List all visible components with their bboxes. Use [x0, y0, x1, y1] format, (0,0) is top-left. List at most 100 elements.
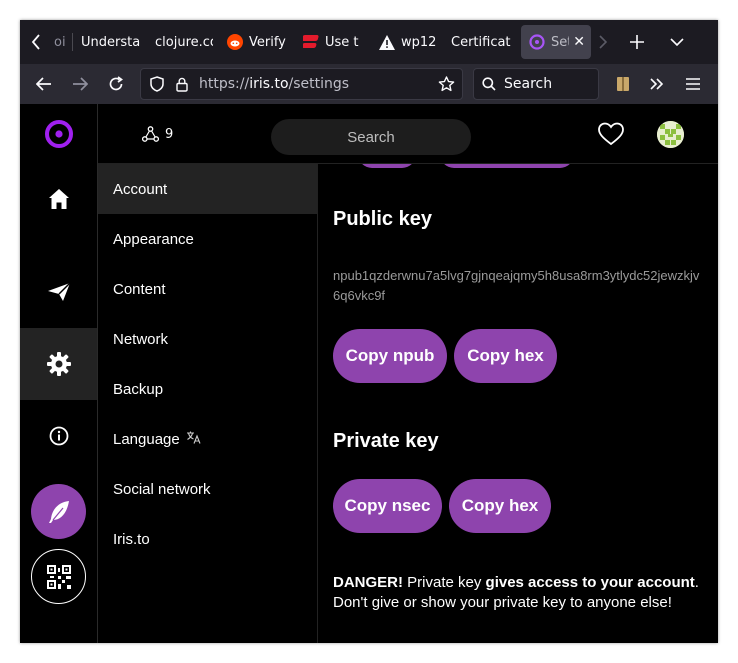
tab-label: Verify: [249, 34, 286, 50]
warning-icon: [379, 34, 395, 50]
double-chevron-right-icon: [650, 78, 664, 90]
peer-count-value: 9: [165, 126, 174, 142]
scrolled-button[interactable]: [440, 164, 574, 168]
new-tab-button[interactable]: [617, 20, 657, 64]
back-button[interactable]: [26, 68, 62, 100]
home-icon: [48, 189, 69, 209]
settings-menu-iris-to[interactable]: Iris.to: [98, 514, 317, 564]
settings-menu-social-network[interactable]: Social network: [98, 464, 317, 514]
forward-button[interactable]: [62, 68, 98, 100]
iris-icon: [529, 34, 545, 50]
menu-label: Account: [113, 180, 168, 198]
list-all-tabs-button[interactable]: [657, 20, 697, 64]
tab-label: Set: [551, 34, 569, 50]
heart-icon: [598, 122, 624, 146]
settings-menu: Account Appearance Content Network Backu…: [98, 164, 318, 643]
qr-code-icon: [46, 564, 71, 589]
settings-menu-language[interactable]: Language: [98, 414, 317, 464]
tab-label: oi: [54, 34, 66, 50]
danger-warning: DANGER! Private key gives access to your…: [333, 573, 708, 613]
chevron-down-icon: [670, 38, 684, 46]
tab-label: wp12: [401, 34, 437, 50]
copy-private-hex-button[interactable]: Copy hex: [449, 479, 551, 533]
tab-overflow[interactable]: [591, 25, 617, 59]
reddit-icon: [227, 34, 243, 50]
tab-verify[interactable]: Verify: [219, 25, 295, 59]
app-search-placeholder: Search: [347, 128, 395, 146]
lastpass-icon: [303, 34, 319, 50]
overflow-menu-button[interactable]: [643, 68, 671, 100]
search-placeholder: Search: [504, 76, 553, 92]
tab-scroll-left-button[interactable]: [20, 20, 52, 64]
url-path: /settings: [288, 76, 350, 92]
tab-strip: oi Understa clojure.co Verify Use t wp12: [20, 20, 718, 64]
chevron-right-icon: [599, 35, 607, 49]
settings-menu-account[interactable]: Account: [98, 164, 317, 214]
hamburger-icon: [686, 78, 700, 90]
url-scheme: https://: [199, 76, 250, 92]
bookmark-star-icon[interactable]: [438, 76, 455, 92]
tab-use[interactable]: Use t: [295, 25, 371, 59]
nav-settings[interactable]: [20, 328, 97, 400]
app-menu-button[interactable]: [679, 68, 707, 100]
reload-button[interactable]: [98, 68, 134, 100]
tab-label: clojure.co: [155, 34, 213, 50]
copy-nsec-button[interactable]: Copy nsec: [333, 479, 442, 533]
nav-about[interactable]: [20, 400, 97, 472]
lock-icon[interactable]: [176, 77, 188, 92]
public-key-heading: Public key: [333, 208, 432, 230]
shield-icon[interactable]: [150, 76, 164, 92]
settings-menu-content[interactable]: Content: [98, 264, 317, 314]
tab-wp12[interactable]: wp12: [371, 25, 443, 59]
menu-label: Backup: [113, 380, 164, 398]
reload-icon: [109, 76, 123, 91]
close-tab-icon[interactable]: ✕: [573, 34, 585, 50]
settings-menu-network[interactable]: Network: [98, 314, 317, 364]
menu-label: Network: [113, 330, 169, 348]
plus-icon: [630, 35, 644, 49]
send-icon: [47, 282, 71, 301]
copy-npub-button[interactable]: Copy npub: [333, 329, 447, 383]
tab-label: Understa: [81, 34, 141, 50]
menu-label: Iris.to: [113, 530, 150, 548]
settings-menu-appearance[interactable]: Appearance: [98, 214, 317, 264]
private-key-heading: Private key: [333, 430, 439, 452]
url-host: iris.to: [249, 76, 289, 92]
nav-messages[interactable]: [20, 256, 97, 328]
nav-home[interactable]: [20, 164, 97, 234]
iris-app: 9 Search Account Appearance Content Netw…: [20, 104, 718, 643]
tab-partial[interactable]: oi: [52, 25, 72, 59]
url-bar[interactable]: https://iris.to/settings: [140, 68, 463, 100]
tab-label: Use t: [325, 34, 359, 50]
app-search-input[interactable]: Search: [271, 119, 471, 155]
url-text[interactable]: https://iris.to/settings: [199, 76, 349, 92]
tab-certificate[interactable]: Certificat: [443, 25, 521, 59]
info-icon: [49, 426, 68, 446]
new-post-button[interactable]: [31, 484, 86, 539]
menu-label: Appearance: [113, 230, 194, 248]
extension-button[interactable]: [609, 68, 637, 100]
user-avatar[interactable]: [657, 121, 684, 148]
notifications-button[interactable]: [598, 122, 626, 148]
network-icon: [142, 126, 159, 142]
arrow-right-icon: [73, 77, 88, 91]
settings-menu-backup[interactable]: Backup: [98, 364, 317, 414]
browser-search-bar[interactable]: Search: [473, 68, 599, 100]
search-icon: [482, 77, 496, 91]
tab-settings[interactable]: Set ✕: [521, 25, 591, 59]
tab-clojure[interactable]: clojure.co: [147, 25, 219, 59]
account-settings-content: Public key npub1qzderwnu7a5lvg7gjnqeajqm…: [318, 164, 718, 643]
public-key-value: npub1qzderwnu7a5lvg7gjnqeajqmy5h8usa8rm3…: [333, 268, 700, 303]
danger-bold-text: gives access to your account: [485, 574, 695, 591]
qr-code-button[interactable]: [31, 549, 86, 604]
peer-count[interactable]: 9: [142, 126, 173, 142]
menu-label: Social network: [113, 480, 211, 498]
arrow-left-icon: [36, 77, 51, 91]
iris-logo-icon: [44, 120, 73, 148]
danger-label: DANGER!: [333, 574, 403, 591]
scrolled-button[interactable]: [358, 164, 416, 168]
copy-public-hex-button[interactable]: Copy hex: [454, 329, 557, 383]
browser-window: oi Understa clojure.co Verify Use t wp12: [20, 20, 718, 643]
tab-understand[interactable]: Understa: [73, 25, 147, 59]
iris-logo[interactable]: [20, 104, 97, 164]
